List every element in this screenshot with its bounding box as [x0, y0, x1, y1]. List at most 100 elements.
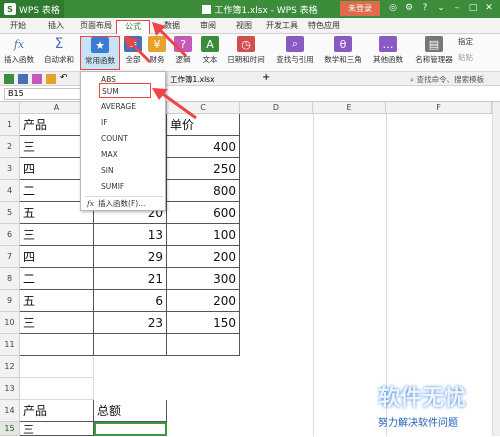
tab-page-layout[interactable]: 页面布局 — [78, 20, 114, 34]
watermark-subtitle: 努力解决软件问题 — [378, 418, 458, 429]
table-cell[interactable]: 四 — [20, 246, 94, 268]
watermark-title: 软件无忧 — [378, 386, 467, 411]
close-icon[interactable]: ✕ — [484, 3, 494, 14]
table-cell[interactable]: 二 — [20, 268, 94, 290]
menu-item-sumif[interactable]: SUMIF — [81, 179, 165, 194]
row-header[interactable]: 1 — [0, 114, 20, 136]
menu-item-sin[interactable]: SIN — [81, 163, 165, 178]
table-cell[interactable]: 三 — [20, 312, 94, 334]
tab-special[interactable]: 特色应用 — [306, 20, 342, 34]
row-header[interactable]: 10 — [0, 312, 20, 334]
table-cell[interactable]: 产品 — [20, 400, 94, 422]
row-header[interactable]: 3 — [0, 158, 20, 180]
date-time-button[interactable]: ◷ 日期和时间 — [224, 36, 268, 65]
menu-icon[interactable]: ⌄ — [436, 3, 446, 14]
menu-item-sum[interactable]: SUM — [99, 83, 151, 98]
menu-item-insert-function[interactable]: fx 插入函数(F)... — [81, 196, 165, 211]
row-header[interactable]: 15 — [0, 422, 20, 436]
column-header-f[interactable]: F — [386, 102, 492, 114]
math-trig-button[interactable]: θ 数学和三角 — [320, 36, 366, 65]
table-cell[interactable]: 13 — [94, 224, 167, 246]
help-icon[interactable]: ? — [420, 3, 430, 14]
settings-icon[interactable]: ⚙ — [404, 3, 414, 14]
maximize-icon[interactable]: □ — [468, 3, 478, 14]
skin-icon[interactable]: ◎ — [388, 3, 398, 14]
table-cell[interactable]: 五 — [20, 290, 94, 312]
row-header[interactable]: 14 — [0, 400, 20, 422]
math-icon: θ — [334, 36, 352, 52]
table-cell[interactable]: 600 — [167, 202, 240, 224]
autosum-button[interactable]: Σ 自动求和 — [40, 36, 78, 65]
table-cell[interactable] — [20, 334, 94, 356]
menu-item-max[interactable]: MAX — [81, 147, 165, 162]
row-header[interactable]: 11 — [0, 334, 20, 356]
row-header[interactable]: 2 — [0, 136, 20, 158]
table-cell[interactable]: 800 — [167, 180, 240, 202]
login-button[interactable]: 未登录 — [340, 1, 380, 16]
table-cell[interactable]: 29 — [94, 246, 167, 268]
sigma-icon: Σ — [54, 36, 64, 52]
row-header[interactable]: 7 — [0, 246, 20, 268]
row-header[interactable]: 13 — [0, 378, 20, 400]
preview-icon[interactable] — [46, 74, 56, 84]
table-cell[interactable]: 总额 — [94, 400, 167, 422]
table-cell[interactable]: 150 — [167, 312, 240, 334]
table-cell[interactable]: 200 — [167, 246, 240, 268]
tab-review[interactable]: 审阅 — [196, 20, 220, 34]
table-cell[interactable] — [167, 334, 240, 356]
table-cell[interactable]: 400 — [167, 136, 240, 158]
common-functions-button[interactable]: ★ 常用函数 — [80, 36, 120, 70]
insert-function-button[interactable]: fx 插入函数 — [2, 36, 36, 65]
search-icon: ⌕ — [286, 36, 304, 52]
tab-insert[interactable]: 插入 — [44, 20, 68, 34]
new-tab-icon[interactable]: + — [262, 72, 270, 83]
row-header[interactable]: 4 — [0, 180, 20, 202]
app-menu-button[interactable]: S WPS 表格 — [0, 0, 64, 18]
app-name: WPS 表格 — [19, 5, 60, 16]
row-header[interactable]: 9 — [0, 290, 20, 312]
table-cell[interactable]: 三 — [20, 422, 94, 436]
text-button[interactable]: A 文本 — [198, 36, 222, 65]
paste-name-button[interactable]: 粘贴 — [458, 52, 492, 63]
selected-cell-b15[interactable] — [94, 422, 167, 436]
select-all-corner[interactable] — [0, 102, 20, 114]
table-cell[interactable] — [20, 378, 94, 400]
more-functions-button[interactable]: … 其他函数 — [368, 36, 408, 65]
command-search[interactable]: ⌕ 查找命令、搜索模板 — [410, 74, 484, 85]
row-header[interactable]: 12 — [0, 356, 20, 378]
table-cell[interactable]: 200 — [167, 290, 240, 312]
more-icon: … — [379, 36, 397, 52]
table-cell[interactable]: 300 — [167, 268, 240, 290]
table-cell[interactable] — [94, 334, 167, 356]
table-cell[interactable]: 三 — [20, 224, 94, 246]
column-header-d[interactable]: D — [240, 102, 313, 114]
save-icon[interactable] — [18, 74, 28, 84]
tab-home[interactable]: 开始 — [6, 20, 30, 34]
arrow-to-sum — [152, 88, 197, 120]
name-manager-button[interactable]: ▤ 名称管理器 — [412, 36, 456, 65]
row-header[interactable]: 6 — [0, 224, 20, 246]
table-cell[interactable]: 6 — [94, 290, 167, 312]
table-cell[interactable] — [20, 356, 94, 378]
row-header[interactable]: 5 — [0, 202, 20, 224]
column-header-e[interactable]: E — [313, 102, 386, 114]
table-cell[interactable]: 23 — [94, 312, 167, 334]
document-title: 工作簿1.xlsx - WPS 表格 — [180, 3, 340, 16]
fx-icon: fx — [87, 199, 95, 208]
table-cell[interactable]: 21 — [94, 268, 167, 290]
tab-view[interactable]: 视图 — [232, 20, 256, 34]
table-cell[interactable]: 250 — [167, 158, 240, 180]
print-icon[interactable] — [32, 74, 42, 84]
menu-item-count[interactable]: COUNT — [81, 131, 165, 146]
minimize-icon[interactable]: – — [452, 3, 462, 14]
table-cell[interactable]: 100 — [167, 224, 240, 246]
name-box[interactable]: B15 — [4, 88, 84, 100]
undo-icon[interactable]: ↶ — [60, 73, 68, 83]
file-tab[interactable]: 工作簿1.xlsx — [170, 74, 215, 85]
wps-small-icon[interactable] — [4, 74, 14, 84]
define-name-button[interactable]: 指定 — [458, 36, 492, 47]
lookup-reference-button[interactable]: ⌕ 查找与引用 — [272, 36, 318, 65]
row-header[interactable]: 8 — [0, 268, 20, 290]
tab-developer[interactable]: 开发工具 — [264, 20, 300, 34]
tab-formulas[interactable]: 公式 — [116, 20, 150, 34]
